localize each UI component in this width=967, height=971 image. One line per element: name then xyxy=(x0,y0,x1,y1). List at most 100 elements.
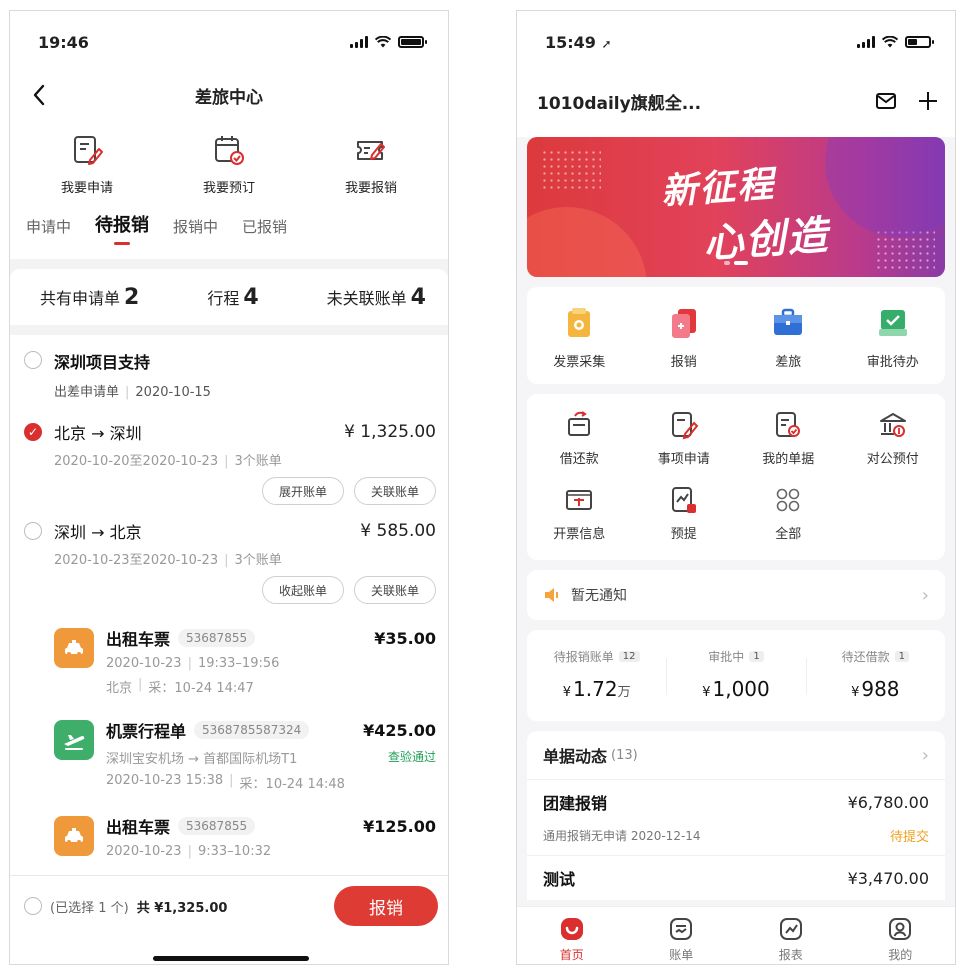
selected-total: 共 ¥1,325.00 xyxy=(136,900,228,916)
application-card[interactable]: 深圳项目支持 出差申请单 | 2020-10-15 xyxy=(10,335,448,400)
profile-icon xyxy=(889,918,912,940)
home-indicator xyxy=(153,956,309,961)
mail-icon[interactable] xyxy=(875,90,897,112)
trip-checkbox-checked[interactable]: ✓ xyxy=(24,423,42,441)
book-button[interactable]: 我要预订 xyxy=(174,133,284,209)
summary-trips: 行程 4 xyxy=(207,285,258,310)
corporate-prepay-icon xyxy=(879,413,906,437)
tab-pending-reimburse[interactable]: 待报销 xyxy=(95,211,149,245)
trip-checkbox[interactable] xyxy=(24,522,42,540)
reimburse-button[interactable]: 报销 xyxy=(632,305,737,370)
collapse-bills-button[interactable]: 收起账单 xyxy=(261,576,344,604)
approval-todo-icon xyxy=(878,310,907,336)
reimburse-button[interactable]: 我要报销 xyxy=(316,133,426,209)
all-apps-icon xyxy=(776,488,800,512)
stat-pending-bills[interactable]: 待报销账单 12 ¥1.72万 xyxy=(527,648,666,701)
signal-icon xyxy=(350,36,368,48)
trip-route: 北京 → 深圳 xyxy=(54,424,142,443)
document-amount: ¥3,470.00 xyxy=(847,868,929,888)
stat-label-text: 待报销账单 xyxy=(553,650,614,664)
bill-time-range: 19:33–19:56 xyxy=(197,656,280,671)
tab-profile[interactable]: 我的 xyxy=(846,907,956,964)
travel-button[interactable]: 差旅 xyxy=(736,305,841,370)
bill-item[interactable]: 出租车票 53687855 ¥125.00 2020-10-23 | 9:33–10… xyxy=(10,792,448,859)
approval-todo-button[interactable]: 审批待办 xyxy=(841,305,946,370)
corporate-prepay-button[interactable]: 对公预付 xyxy=(841,410,946,467)
bill-time: 2020-10-23 | 19:33–19:56 xyxy=(106,656,280,671)
plus-icon[interactable] xyxy=(917,90,939,112)
tab-reports[interactable]: 报表 xyxy=(736,907,846,964)
applications-label: 共有申请单 xyxy=(40,288,121,308)
notice-bar[interactable]: 暂无通知 › xyxy=(527,570,945,620)
document-item[interactable]: 团建报销 ¥6,780.00 通用报销无申请 2020-12-14 待提交 xyxy=(527,779,945,855)
stat-value: ¥988 xyxy=(806,677,945,701)
invoice-info-button[interactable]: 开票信息 xyxy=(527,485,632,542)
applications-count: 2 xyxy=(124,284,140,310)
application-checkbox[interactable] xyxy=(24,351,42,369)
ticket-reimburse-icon xyxy=(357,141,385,160)
stat-badge: 1 xyxy=(749,651,764,662)
wifi-icon xyxy=(882,36,898,48)
application-meta: 出差申请单 | 2020-10-15 xyxy=(54,385,211,400)
promo-banner[interactable]: 新征程 心创造 xyxy=(527,137,945,277)
header: 1010daily旗舰全... xyxy=(517,73,955,129)
accrual-button[interactable]: 预提 xyxy=(632,485,737,542)
document-item[interactable]: 测试 ¥3,470.00 xyxy=(527,855,945,900)
tab-applying[interactable]: 申请中 xyxy=(26,216,71,245)
bill-amount: ¥125.00 xyxy=(363,816,436,836)
submit-reimburse-button[interactable]: 报销 xyxy=(334,886,438,926)
bill-item[interactable]: 出租车票 53687855 ¥35.00 2020-10-23 | 19:33–19… xyxy=(10,604,448,696)
status-time: 19:46 xyxy=(38,32,89,52)
stat-value: ¥1.72万 xyxy=(527,677,666,701)
summary-applications: 共有申请单 2 xyxy=(40,285,139,310)
loan-button[interactable]: 借还款 xyxy=(527,410,632,467)
stat-number: 1,000 xyxy=(712,677,770,701)
tab-reimbursed[interactable]: 已报销 xyxy=(242,216,287,245)
document-activity-header[interactable]: 单据动态 (13) › xyxy=(527,731,945,779)
bill-time: 2020-10-23 | 9:33–10:32 xyxy=(106,844,272,859)
wifi-icon xyxy=(375,36,391,48)
summary-section: 共有申请单 2 行程 4 未关联账单 4 xyxy=(10,259,448,325)
selected-count: (已选择 1 个) xyxy=(50,900,129,916)
document-subtitle: 通用报销无申请 2020-12-14 xyxy=(543,829,701,843)
signal-icon xyxy=(857,36,875,48)
bill-date: 2020-10-23 xyxy=(106,844,182,859)
apply-button[interactable]: 我要申请 xyxy=(32,133,142,209)
tab-reimbursing[interactable]: 报销中 xyxy=(173,216,218,245)
calendar-booking-icon xyxy=(215,136,244,165)
stat-loans-due[interactable]: 待还借款 1 ¥988 xyxy=(805,648,945,701)
tab-profile-label: 我的 xyxy=(888,948,913,962)
item-apply-button[interactable]: 事项申请 xyxy=(632,410,737,467)
section-divider xyxy=(10,325,448,335)
report-icon xyxy=(779,918,802,940)
application-date: 2020-10-15 xyxy=(135,385,211,400)
bill-collected-at: 采：10-24 14:48 xyxy=(239,777,345,792)
invoice-collect-icon xyxy=(568,308,591,337)
all-apps-button[interactable]: 全部 xyxy=(736,485,841,542)
expand-bills-button[interactable]: 展开账单 xyxy=(261,477,344,505)
summary-unlinked[interactable]: 未关联账单 4 xyxy=(327,285,426,310)
trip-item[interactable]: ✓ 北京 → 深圳 ¥ 1,325.00 2020-10-20至2020-10-… xyxy=(10,400,448,505)
nav-bar: 差旅中心 xyxy=(10,73,448,117)
stat-label-text: 待还借款 xyxy=(841,650,890,664)
my-documents-button[interactable]: 我的单据 xyxy=(736,410,841,467)
tab-home[interactable]: 首页 xyxy=(517,907,627,964)
bill-name: 出租车票 xyxy=(106,818,171,837)
company-title[interactable]: 1010daily旗舰全... xyxy=(537,89,875,114)
bill-item[interactable]: 机票行程单 5368785587324 ¥425.00 深圳宝安机场 → 首都国… xyxy=(10,696,448,792)
my-documents-icon xyxy=(776,412,801,437)
stat-number: 988 xyxy=(861,677,900,701)
trip-item[interactable]: 深圳 → 北京 ¥ 585.00 2020-10-23至2020-10-23 | 3… xyxy=(10,505,448,604)
stat-approving[interactable]: 审批中 1 ¥1,000 xyxy=(666,648,805,701)
tab-bills[interactable]: 账单 xyxy=(627,907,737,964)
status-time: 15:49 xyxy=(545,32,596,52)
bill-name: 机票行程单 xyxy=(106,722,187,741)
application-title: 深圳项目支持 xyxy=(54,353,151,372)
tab-reports-label: 报表 xyxy=(778,948,803,962)
invoice-collect-button[interactable]: 发票采集 xyxy=(527,305,632,370)
link-bills-button[interactable]: 关联账单 xyxy=(353,576,436,604)
select-all-checkbox[interactable] xyxy=(24,897,42,915)
loan-icon xyxy=(568,411,591,436)
back-arrow-icon[interactable] xyxy=(28,81,52,109)
link-bills-button[interactable]: 关联账单 xyxy=(353,477,436,505)
